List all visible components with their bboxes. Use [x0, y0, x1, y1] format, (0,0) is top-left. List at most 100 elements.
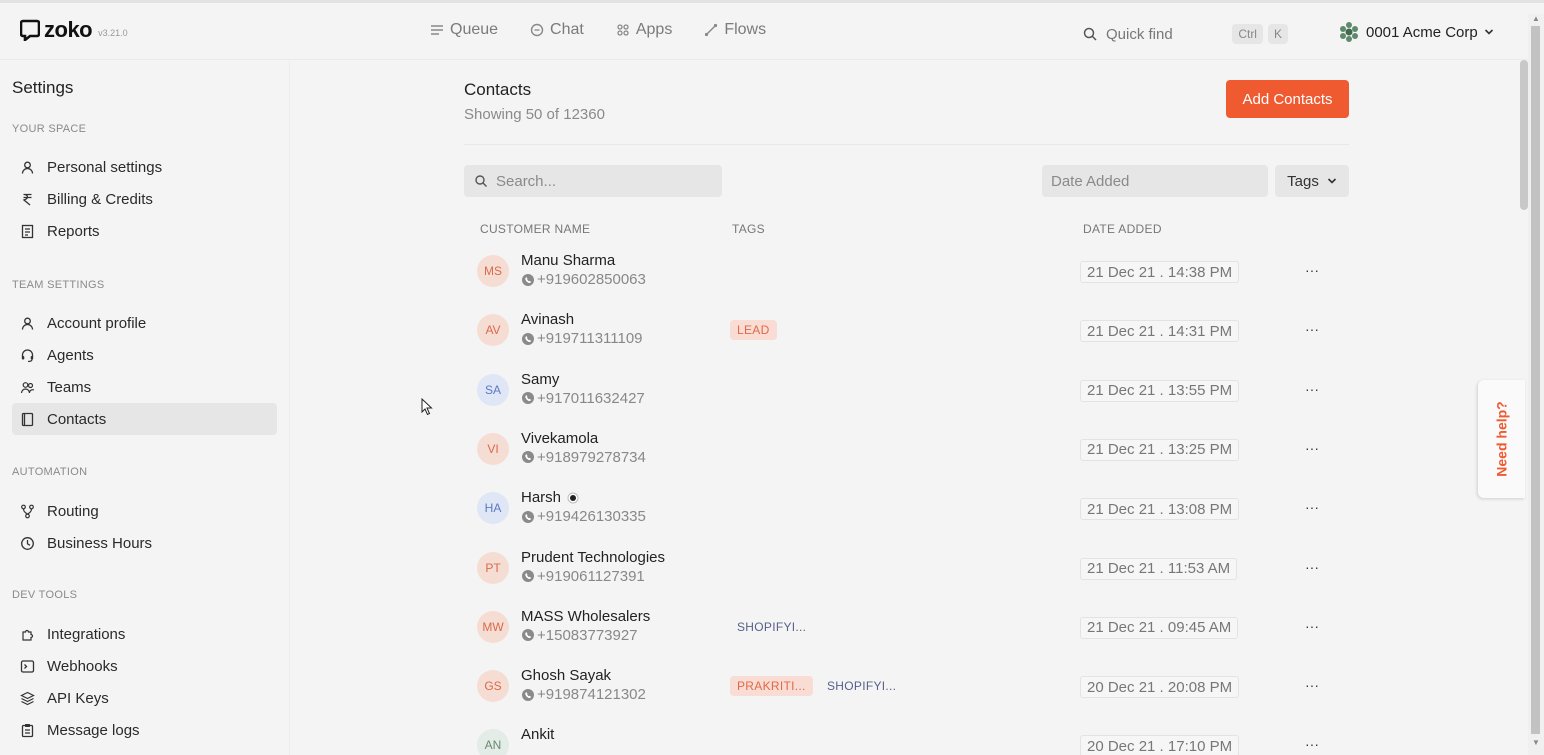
flows-icon: [705, 23, 718, 37]
sidebar-item-routing[interactable]: Routing: [12, 495, 277, 527]
contact-name-text: Samy: [521, 370, 560, 388]
date-added: 20 Dec 21 . 20:08 PM: [1080, 676, 1240, 699]
table-row[interactable]: MW MASS Wholesalers +15083773927 SHOPIFYI..…: [464, 602, 1349, 661]
sidebar-item-contacts[interactable]: Contacts: [12, 403, 277, 435]
search-input[interactable]: [496, 172, 696, 190]
tag-badge[interactable]: LEAD: [730, 320, 777, 341]
nav-flows[interactable]: Flows: [704, 21, 766, 39]
account-switcher[interactable]: 0001 Acme Corp: [1338, 21, 1494, 43]
avatar: AV: [477, 314, 509, 347]
more-options-icon[interactable]: ···: [1302, 734, 1322, 754]
nav-apps[interactable]: Apps: [616, 21, 672, 39]
contact-phone-text: +918979278734: [537, 448, 646, 466]
sidebar-item-integrations[interactable]: Integrations: [12, 618, 277, 650]
contact-name[interactable]: MASS Wholesalers: [521, 608, 650, 625]
tags-filter-dropdown[interactable]: Tags: [1275, 165, 1349, 197]
whatsapp-icon: [522, 510, 534, 523]
section-your-space: YOUR SPACE: [12, 123, 87, 135]
quick-find[interactable]: Quick find Ctrl K: [1070, 18, 1288, 50]
date-added: 21 Dec 21 . 11:53 AM: [1080, 557, 1238, 580]
content-scrollbar-thumb[interactable]: [1520, 60, 1528, 210]
contact-name[interactable]: Vivekamola: [521, 430, 598, 447]
clock-icon: [21, 536, 34, 550]
scroll-up-arrow-icon[interactable]: ▲: [1532, 14, 1540, 23]
app-logo[interactable]: zoko v3.21.0: [20, 19, 128, 41]
date-added-input[interactable]: [1051, 172, 1251, 190]
more-options-icon[interactable]: ···: [1302, 379, 1322, 399]
date-added: 21 Dec 21 . 13:55 PM: [1080, 379, 1240, 402]
sidebar-item-account-profile[interactable]: Account profile: [12, 307, 277, 339]
sidebar-item-label: Message logs: [47, 721, 140, 739]
apps-icon: [617, 24, 629, 36]
tag-badge[interactable]: PRAKRITI...: [730, 676, 813, 697]
need-help-tab[interactable]: Need help?: [1478, 380, 1525, 498]
contact-name[interactable]: Avinash: [521, 311, 574, 328]
whatsapp-icon: [522, 688, 534, 701]
window-scrollbar[interactable]: ▲ ▼: [1528, 14, 1544, 755]
contact-name[interactable]: Ankit: [521, 726, 554, 743]
table-row[interactable]: VI Vivekamola +918979278734 21 Dec 21 . 13:…: [464, 424, 1349, 483]
sidebar-item-api-keys[interactable]: API Keys: [12, 682, 277, 714]
sidebar-item-message-logs[interactable]: Message logs: [12, 714, 277, 746]
scroll-down-arrow-icon[interactable]: ▼: [1532, 738, 1540, 747]
more-options-icon[interactable]: ···: [1302, 319, 1322, 339]
table-row[interactable]: MS Manu Sharma +919602850063 21 Dec 21 . 14…: [464, 246, 1349, 305]
sidebar-item-label: Billing & Credits: [47, 190, 153, 208]
contact-name-text: Ghosh Sayak: [521, 667, 612, 685]
contact-phone-text: +919711311109: [537, 330, 643, 348]
more-options-icon[interactable]: ···: [1302, 438, 1322, 458]
sidebar-item-teams[interactable]: Teams: [12, 371, 277, 403]
routing-icon: [21, 504, 34, 518]
settings-sidebar: Settings YOUR SPACE Personal settings Bi…: [0, 61, 290, 755]
scrollbar-thumb[interactable]: [1531, 26, 1540, 734]
date-added: 21 Dec 21 . 14:31 PM: [1080, 320, 1240, 343]
table-row[interactable]: HA Harsh +919426130335 21 Dec 21 . 13:08 PM…: [464, 483, 1349, 542]
more-options-icon[interactable]: ···: [1302, 557, 1322, 577]
add-contacts-button[interactable]: Add Contacts: [1226, 80, 1349, 118]
account-name: 0001 Acme Corp: [1366, 23, 1478, 41]
nav-chat[interactable]: Chat: [530, 21, 584, 39]
contact-name[interactable]: Harsh: [521, 489, 579, 506]
sidebar-item-business-hours[interactable]: Business Hours: [12, 527, 277, 559]
sidebar-item-reports[interactable]: Reports: [12, 215, 277, 247]
tag-badge[interactable]: SHOPIFYI...: [730, 617, 813, 637]
avatar: GS: [477, 670, 509, 703]
contact-phone-text: +917011632427: [537, 389, 645, 407]
whatsapp-icon: [522, 332, 534, 345]
quick-find-label: Quick find: [1106, 25, 1173, 43]
table-row[interactable]: AV Avinash +919711311109 LEAD 21 Dec 21 . 14…: [464, 305, 1349, 364]
contact-name[interactable]: Ghosh Sayak: [521, 667, 611, 684]
contact-phone: +919874121302: [521, 686, 646, 703]
avatar: PT: [477, 551, 509, 584]
more-options-icon[interactable]: ···: [1302, 260, 1322, 280]
contact-name[interactable]: Samy: [521, 371, 559, 388]
sidebar-item-agents[interactable]: Agents: [12, 339, 277, 371]
sidebar-item-personal-settings[interactable]: Personal settings: [12, 151, 277, 183]
contact-phone: +919061127391: [521, 568, 645, 585]
sidebar-item-webhooks[interactable]: Webhooks: [12, 650, 277, 682]
table-row[interactable]: SA Samy +917011632427 21 Dec 21 . 13:55 PM ·…: [464, 365, 1349, 424]
search-icon: [475, 175, 487, 187]
whatsapp-icon: [522, 629, 534, 642]
table-row[interactable]: PT Prudent Technologies +919061127391 21 De…: [464, 543, 1349, 602]
sidebar-item-label: Routing: [47, 502, 99, 520]
nav-queue[interactable]: Queue: [430, 21, 498, 39]
contact-name[interactable]: Manu Sharma: [521, 252, 615, 269]
sidebar-item-billing[interactable]: Billing & Credits: [12, 183, 277, 215]
more-options-icon[interactable]: ···: [1302, 675, 1322, 695]
tag-badge[interactable]: SHOPIFYI...: [820, 676, 903, 696]
sidebar-item-label: Account profile: [47, 314, 147, 332]
report-icon: [21, 224, 34, 238]
chat-icon: [530, 23, 544, 37]
column-header-customer-name[interactable]: CUSTOMER NAME: [480, 222, 590, 236]
contact-name[interactable]: Prudent Technologies: [521, 549, 665, 566]
sidebar-title: Settings: [12, 78, 74, 97]
more-options-icon[interactable]: ···: [1302, 616, 1322, 636]
column-header-tags[interactable]: TAGS: [732, 222, 765, 236]
table-row[interactable]: GS Ghosh Sayak +919874121302 PRAKRITI... SHO…: [464, 661, 1349, 720]
column-header-date-added[interactable]: DATE ADDED: [1083, 222, 1162, 236]
table-row[interactable]: AN Ankit 20 Dec 21 . 17:10 PM ···: [464, 720, 1349, 755]
more-options-icon[interactable]: ···: [1302, 497, 1322, 517]
terminal-icon: [20, 659, 35, 673]
puzzle-icon: [22, 629, 34, 641]
